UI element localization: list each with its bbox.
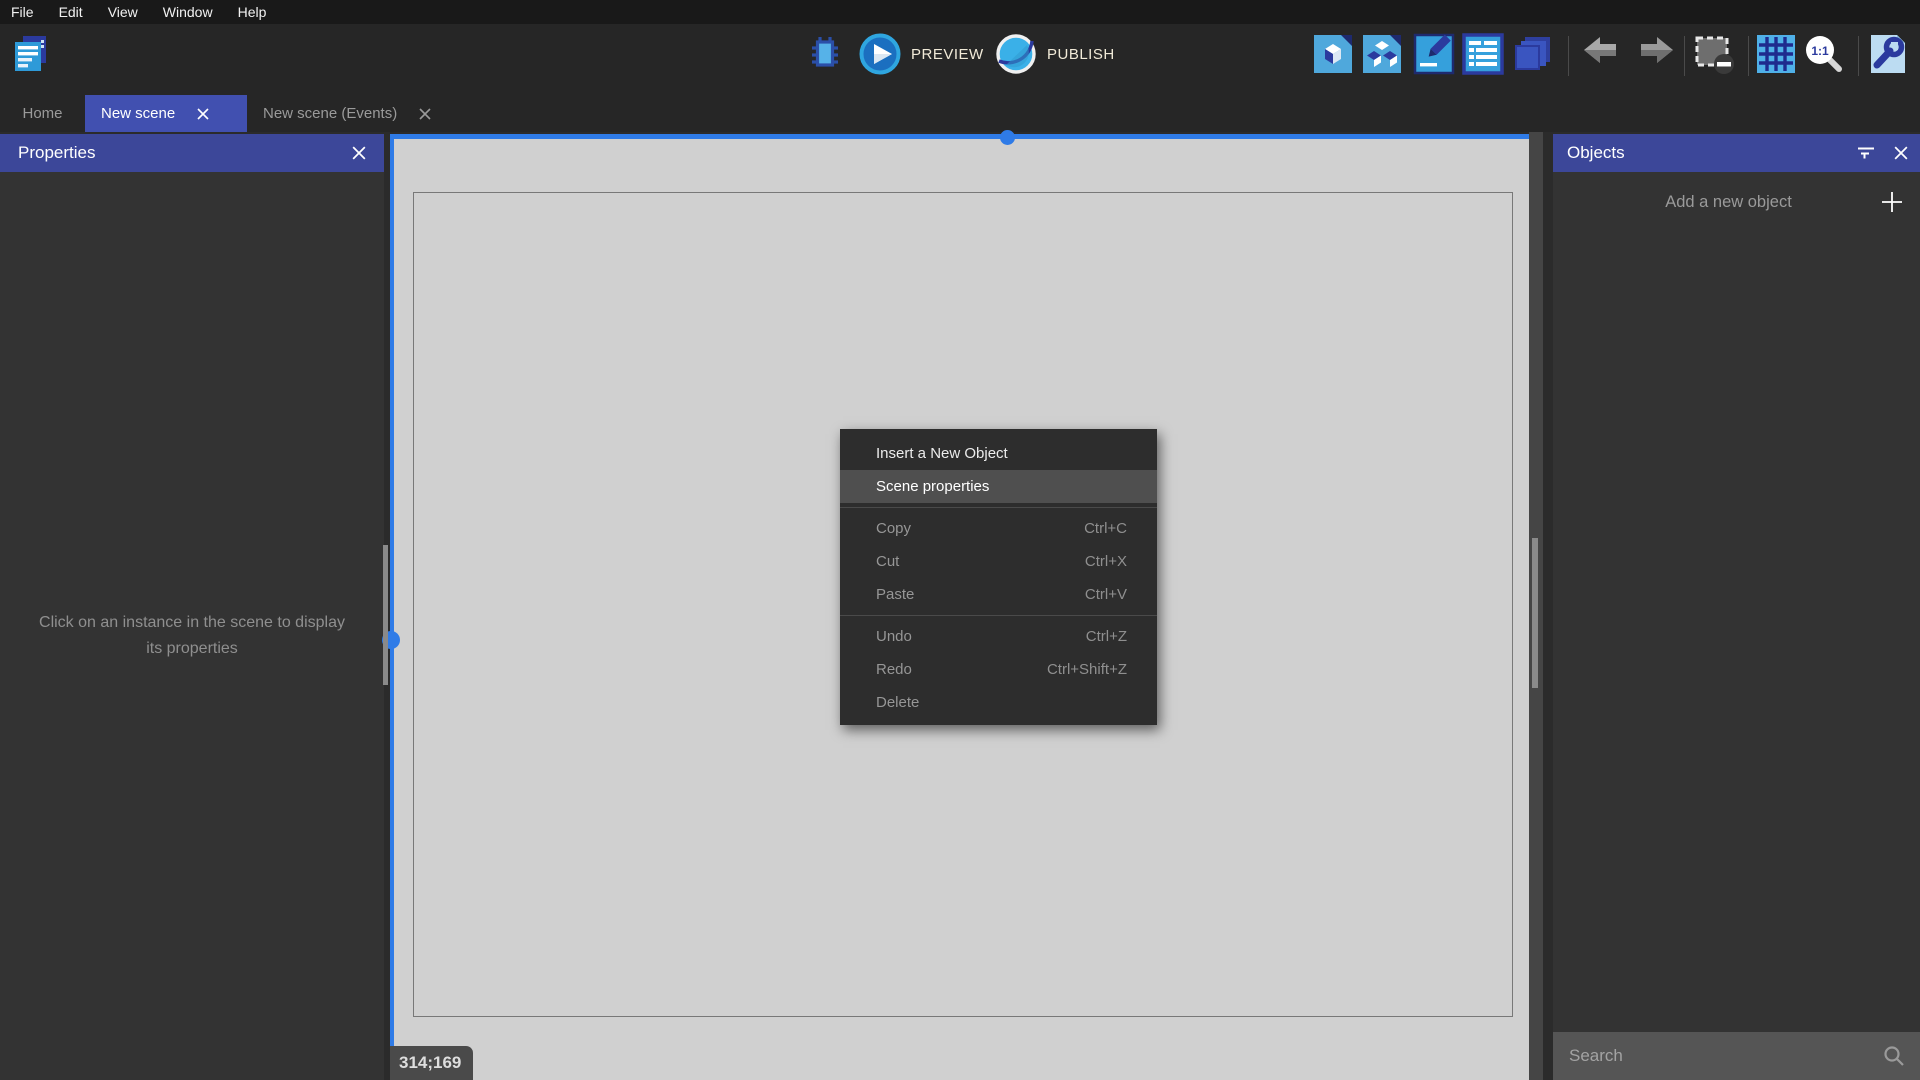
project-manager-icon[interactable] xyxy=(8,32,52,76)
edit-scene-properties-icon[interactable] xyxy=(1412,32,1456,76)
menu-window[interactable]: Window xyxy=(163,4,226,20)
publish-globe-icon[interactable] xyxy=(994,32,1038,76)
instances-list-icon[interactable] xyxy=(1461,32,1505,76)
properties-panel-title: Properties xyxy=(18,143,95,163)
toolbar-separator xyxy=(1748,36,1749,76)
toolbar-separator xyxy=(1684,36,1685,76)
objects-panel-title: Objects xyxy=(1567,143,1625,163)
canvas-focus-border-top xyxy=(390,134,1543,139)
close-tab-icon[interactable] xyxy=(197,108,209,120)
objects-panel-header: Objects xyxy=(1553,134,1920,172)
menu-item-scene-properties[interactable]: Scene properties xyxy=(840,470,1157,503)
objects-search-bar xyxy=(1553,1032,1920,1080)
menu-file[interactable]: File xyxy=(11,4,47,20)
menu-item-cut: Cut Ctrl+X xyxy=(840,545,1157,578)
filter-icon[interactable] xyxy=(1856,145,1876,161)
preview-play-icon[interactable] xyxy=(858,32,902,76)
tab-new-scene[interactable]: New scene xyxy=(85,95,247,132)
plus-icon[interactable] xyxy=(1864,190,1920,214)
menu-bar: File Edit View Window Help xyxy=(0,0,1920,24)
menu-edit[interactable]: Edit xyxy=(59,4,96,20)
svg-text:1:1: 1:1 xyxy=(1811,44,1829,58)
menu-separator xyxy=(840,615,1157,616)
menu-item-delete: Delete xyxy=(840,686,1157,719)
toolbar-separator xyxy=(1858,36,1859,76)
search-icon xyxy=(1868,1044,1920,1068)
undo-icon[interactable] xyxy=(1582,32,1626,76)
canvas-handle-top-icon[interactable] xyxy=(1000,130,1015,145)
settings-wrench-icon[interactable] xyxy=(1866,32,1910,76)
toggle-grid-icon[interactable] xyxy=(1754,32,1798,76)
layers-editor-icon[interactable] xyxy=(1510,32,1554,76)
menu-separator xyxy=(840,507,1157,508)
menu-help[interactable]: Help xyxy=(238,4,280,20)
add-new-object-row[interactable]: Add a new object xyxy=(1553,180,1920,224)
tab-bar: Home New scene New scene (Events) xyxy=(0,95,1920,132)
preview-button[interactable]: PREVIEW xyxy=(911,46,984,63)
close-tab-icon[interactable] xyxy=(419,108,431,120)
add-new-object-label: Add a new object xyxy=(1553,193,1864,212)
canvas-right-scrollbar-thumb[interactable] xyxy=(1532,538,1538,688)
menu-item-undo: Undo Ctrl+Z xyxy=(840,620,1157,653)
redo-icon[interactable] xyxy=(1631,32,1675,76)
menu-item-copy: Copy Ctrl+C xyxy=(840,512,1157,545)
objects-search-input[interactable] xyxy=(1553,1046,1868,1066)
context-menu: Insert a New Object Scene properties Cop… xyxy=(840,429,1157,725)
menu-item-insert-new-object[interactable]: Insert a New Object xyxy=(840,437,1157,470)
edit-object-groups-icon[interactable] xyxy=(1360,32,1404,76)
toolbar-separator xyxy=(1568,36,1569,76)
properties-empty-message: Click on an instance in the scene to dis… xyxy=(30,610,354,663)
canvas-left-scrollbar-thumb[interactable] xyxy=(383,545,388,685)
close-panel-icon[interactable] xyxy=(1894,146,1908,160)
tab-new-scene-events[interactable]: New scene (Events) xyxy=(247,95,487,132)
zoom-one-to-one-icon[interactable]: 1:1 xyxy=(1801,32,1845,76)
edit-objects-icon[interactable] xyxy=(1311,32,1355,76)
deselect-all-icon[interactable] xyxy=(1692,32,1736,76)
publish-button[interactable]: PUBLISH xyxy=(1047,46,1115,63)
canvas-focus-border-left xyxy=(390,134,394,1080)
close-panel-icon[interactable] xyxy=(352,146,366,160)
cursor-coordinates-badge: 314;169 xyxy=(390,1046,473,1080)
canvas-right-scrollbar[interactable] xyxy=(1529,132,1543,1080)
menu-item-redo: Redo Ctrl+Shift+Z xyxy=(840,653,1157,686)
gdevelop-window: File Edit View Window Help xyxy=(0,0,1920,1080)
objects-panel-body: Add a new object xyxy=(1553,172,1920,1032)
menu-item-paste: Paste Ctrl+V xyxy=(840,578,1157,611)
properties-panel-header: Properties xyxy=(0,134,384,172)
menu-view[interactable]: View xyxy=(108,4,151,20)
main-toolbar: PREVIEW PUBLISH xyxy=(0,24,1920,95)
tab-home[interactable]: Home xyxy=(0,95,85,132)
properties-panel-body: Click on an instance in the scene to dis… xyxy=(0,172,384,1080)
debugger-bug-icon[interactable] xyxy=(803,32,847,76)
